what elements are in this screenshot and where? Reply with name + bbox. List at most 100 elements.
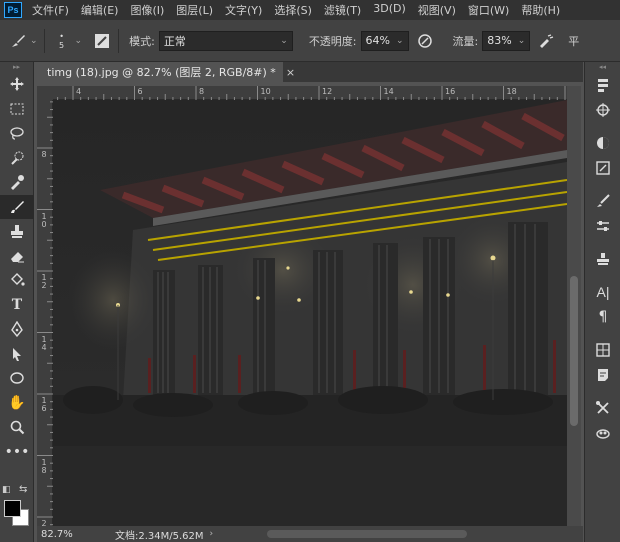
chevron-down-icon[interactable]: ⌄ xyxy=(30,36,38,46)
ruler-label: 8 xyxy=(41,150,47,159)
history-icon[interactable] xyxy=(585,72,620,97)
more-icon[interactable]: ••• xyxy=(0,440,34,465)
brush-panel-toggle-icon[interactable] xyxy=(92,31,112,51)
zoom-level-field[interactable]: 82.7% xyxy=(37,529,75,540)
menu-item[interactable]: 图层(L) xyxy=(170,2,219,18)
navigator-icon[interactable] xyxy=(585,97,620,122)
lasso-icon[interactable] xyxy=(0,121,34,146)
paint-bucket-icon[interactable] xyxy=(0,268,34,293)
ruler-label: 12 xyxy=(322,87,333,96)
document-tab-title: timg (18).jpg @ 82.7% (图层 2, RGB/8#) * xyxy=(47,66,276,79)
close-icon[interactable]: × xyxy=(286,66,295,79)
ruler-label: 1 6 xyxy=(41,396,47,413)
vertical-scrollbar-thumb[interactable] xyxy=(570,276,578,426)
ruler-label: 1 0 xyxy=(41,211,47,229)
panel-grip-icon[interactable]: ◂◂ xyxy=(585,62,620,72)
move-icon[interactable] xyxy=(0,72,34,97)
eyedropper-icon[interactable] xyxy=(0,170,34,195)
panel-dock: ◂◂ A| ¶ xyxy=(584,62,620,542)
stamp-icon[interactable] xyxy=(0,219,34,244)
color-icon[interactable] xyxy=(585,130,620,155)
character-icon[interactable]: A| xyxy=(585,279,620,304)
menu-bar: Ps 文件(F) 编辑(E) 图像(I) 图层(L) 文字(Y) 选择(S) 滤镜(T) 3D… xyxy=(0,0,620,20)
brush-size-value: 5 xyxy=(59,40,65,50)
photoshop-logo-icon: Ps xyxy=(4,2,22,18)
path-select-icon[interactable] xyxy=(0,342,34,367)
ruler-origin[interactable] xyxy=(37,86,53,100)
ellipse-icon[interactable] xyxy=(0,366,34,391)
mode-label: 模式: xyxy=(129,34,155,48)
brushes-icon[interactable] xyxy=(585,188,620,213)
horizontal-scrollbar[interactable] xyxy=(267,530,467,538)
ruler-label: 10 xyxy=(260,87,271,96)
hand-icon[interactable]: ✋ xyxy=(0,391,34,416)
horizontal-ruler[interactable]: 468101214161820 xyxy=(53,86,578,100)
menu-item[interactable]: 文件(F) xyxy=(26,2,75,18)
chevron-down-icon: ⌄ xyxy=(517,35,526,46)
paragraph-icon[interactable]: ¶ xyxy=(585,304,620,329)
menu-item[interactable]: 图像(I) xyxy=(124,2,170,18)
panel-grip-icon[interactable]: ▸▸ xyxy=(0,62,33,72)
menu-item[interactable]: 选择(S) xyxy=(268,2,318,18)
ruler-label: 14 xyxy=(383,87,394,96)
eraser-icon[interactable] xyxy=(0,244,34,269)
vertical-scrollbar[interactable] xyxy=(567,86,581,526)
notes-icon[interactable] xyxy=(585,362,620,387)
chevron-right-icon[interactable]: › xyxy=(210,529,214,539)
ruler-label: 8 xyxy=(199,87,205,96)
clone-source-icon[interactable] xyxy=(585,246,620,271)
brush-icon[interactable] xyxy=(0,194,34,219)
flow-label: 流量: xyxy=(452,34,479,48)
tools-preset-icon[interactable] xyxy=(585,395,620,420)
document-tab[interactable]: timg (18).jpg @ 82.7% (图层 2, RGB/8#) * × xyxy=(37,62,295,82)
default-colors-icon[interactable]: ◧ xyxy=(2,485,11,495)
chevron-down-icon: ⌄ xyxy=(280,35,288,46)
color-swatches: ◧ ⇆ xyxy=(2,484,32,534)
smoothing-label: 平 xyxy=(568,34,580,48)
ruler-label: 18 xyxy=(506,87,517,96)
libraries-icon[interactable] xyxy=(585,420,620,445)
flow-input[interactable]: 83% ⌄ xyxy=(482,30,531,51)
ruler-label: 4 xyxy=(76,87,82,96)
menu-item[interactable]: 编辑(E) xyxy=(75,2,125,18)
flow-value: 83% xyxy=(487,34,512,47)
menu-item[interactable]: 帮助(H) xyxy=(515,2,566,18)
ruler-label: 1 2 xyxy=(41,273,47,290)
horizontal-ruler-ticks xyxy=(57,86,566,100)
canvas-area[interactable] xyxy=(53,100,567,526)
pen-icon[interactable] xyxy=(0,317,34,342)
marquee-icon[interactable] xyxy=(0,97,34,122)
chevron-down-icon[interactable]: ⌄ xyxy=(75,36,83,46)
opacity-label: 不透明度: xyxy=(308,34,357,48)
menu-item[interactable]: 视图(V) xyxy=(412,2,462,18)
night-building-photo[interactable] xyxy=(53,100,567,446)
mode-select[interactable]: 正常 ⌄ xyxy=(158,30,293,51)
menu-item[interactable]: 滤镜(T) xyxy=(318,2,367,18)
tools-panel: ▸▸ T ✋ ••• ◧ ⇆ xyxy=(0,62,34,542)
swap-colors-icon[interactable]: ⇆ xyxy=(19,484,27,495)
layers-icon[interactable] xyxy=(585,337,620,362)
chevron-down-icon: ⌄ xyxy=(395,35,404,46)
ruler-label: 1 8 xyxy=(41,457,47,475)
zoom-icon[interactable] xyxy=(0,415,34,440)
brush-tool-preset-icon[interactable] xyxy=(8,31,28,51)
opacity-input[interactable]: 64% ⌄ xyxy=(360,30,409,51)
text-icon[interactable]: T xyxy=(0,293,34,318)
document-size-info[interactable]: 文档:2.34M/5.62M xyxy=(115,527,204,542)
adjustments-icon[interactable] xyxy=(585,213,620,238)
menu-item[interactable]: 窗口(W) xyxy=(462,2,515,18)
airbrush-icon[interactable] xyxy=(536,31,556,51)
quick-select-icon[interactable] xyxy=(0,146,34,171)
menu-item[interactable]: 3D(D) xyxy=(367,2,412,18)
opacity-value: 64% xyxy=(365,34,390,47)
vertical-ruler[interactable]: 81 01 21 41 61 82 0 xyxy=(37,100,53,536)
options-bar: ⌄ • 5 ⌄ 模式: 正常 ⌄ 不透明度: 64% ⌄ 流量: 83% ⌄ 平 xyxy=(0,20,620,62)
document-tab-bar: timg (18).jpg @ 82.7% (图层 2, RGB/8#) * × xyxy=(37,62,583,82)
pressure-opacity-icon[interactable] xyxy=(415,31,435,51)
ruler-label: 16 xyxy=(445,87,456,96)
foreground-color-swatch[interactable] xyxy=(4,500,21,517)
brush-size-picker[interactable]: • 5 xyxy=(51,32,73,50)
menu-item[interactable]: 文字(Y) xyxy=(219,2,268,18)
swatches-icon[interactable] xyxy=(585,155,620,180)
menu-items: 文件(F) 编辑(E) 图像(I) 图层(L) 文字(Y) 选择(S) 滤镜(T) 3D(D)… xyxy=(26,2,566,18)
